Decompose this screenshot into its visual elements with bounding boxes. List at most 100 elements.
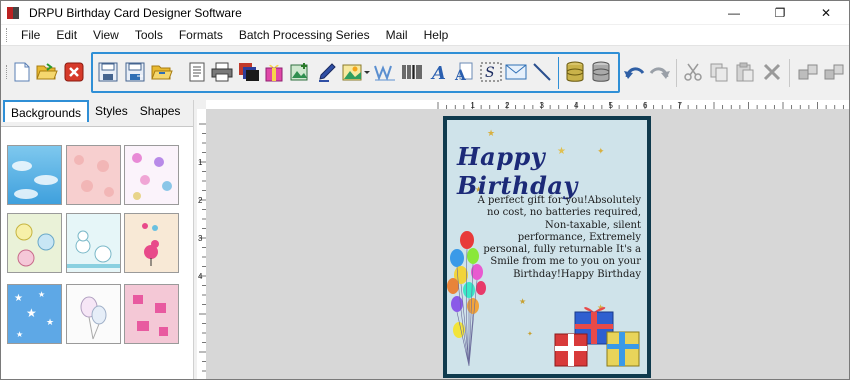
- menu-grip: [6, 28, 9, 42]
- group-icon: [824, 64, 844, 80]
- new-icon: [14, 62, 30, 82]
- backgrounds-gallery: ★ ★ ★ ★ ★: [1, 126, 193, 379]
- print-preview-button[interactable]: [186, 61, 208, 83]
- align-button[interactable]: [797, 61, 819, 83]
- text-button[interactable]: A: [428, 61, 450, 83]
- background-thumb-blue-clouds[interactable]: [7, 145, 62, 205]
- line-icon: [533, 63, 551, 81]
- mail-button[interactable]: [505, 61, 527, 83]
- save-button[interactable]: [97, 61, 119, 83]
- barcode-button[interactable]: [401, 61, 423, 83]
- group-button[interactable]: [823, 61, 845, 83]
- paste-button[interactable]: [734, 61, 756, 83]
- save-as-button[interactable]: [124, 61, 146, 83]
- menu-view[interactable]: View: [85, 25, 127, 46]
- title-bar: DRPU Birthday Card Designer Software — ❐…: [1, 1, 849, 24]
- background-thumb-flowers[interactable]: [7, 213, 62, 273]
- window-title: DRPU Birthday Card Designer Software: [29, 5, 242, 20]
- save-as-icon: [125, 62, 145, 82]
- card-background: ★ ★ ✦ ★ ★ ★ ✦ Happy Birthday A perfect g…: [447, 120, 647, 374]
- export-icon: [151, 65, 173, 80]
- menu-formats[interactable]: Formats: [171, 25, 231, 46]
- save-icon: [98, 62, 118, 82]
- svg-text:A: A: [430, 63, 446, 82]
- background-thumb-balloons-sketch[interactable]: [66, 284, 121, 344]
- ruler-label: 2: [198, 196, 203, 205]
- tab-styles[interactable]: Styles: [89, 100, 134, 122]
- close-window-button[interactable]: ✕: [803, 1, 849, 24]
- toolbar-grip: [6, 65, 9, 79]
- ruler-label: 4: [198, 272, 203, 281]
- redo-button[interactable]: [649, 61, 671, 83]
- svg-text:S: S: [485, 65, 495, 81]
- horizontal-ruler: 1 2 3 4 5 6 7: [206, 100, 849, 109]
- app-logo-icon: [7, 6, 21, 20]
- copy-icon: [710, 63, 728, 82]
- database-button[interactable]: [564, 61, 586, 83]
- picture-button[interactable]: [341, 61, 371, 83]
- ruler-label: 1: [198, 158, 203, 167]
- copy-design-button[interactable]: [238, 61, 260, 83]
- text-box-icon: A: [454, 62, 473, 82]
- svg-text:★: ★: [519, 297, 526, 306]
- gift-button[interactable]: [263, 61, 285, 83]
- pen-button[interactable]: [316, 61, 338, 83]
- undo-icon: [624, 67, 645, 79]
- watermark-button[interactable]: [374, 61, 396, 83]
- card-title[interactable]: Happy Birthday: [457, 142, 647, 200]
- menu-tools[interactable]: Tools: [127, 25, 171, 46]
- mail-icon: [505, 64, 527, 80]
- panel-tabs: Backgrounds Styles Shapes: [3, 100, 186, 124]
- menu-help[interactable]: Help: [416, 25, 457, 46]
- background-thumb-butterflies[interactable]: [124, 145, 179, 205]
- svg-text:✦: ✦: [527, 330, 533, 338]
- watermark-icon: [374, 65, 395, 81]
- svg-text:★: ★: [487, 128, 495, 138]
- menu-file[interactable]: File: [13, 25, 48, 46]
- card-message[interactable]: A perfect gift for you!Absolutely no cos…: [475, 195, 641, 281]
- maximize-button[interactable]: ❐: [757, 1, 803, 24]
- ruler-label: 4: [574, 101, 579, 109]
- new-button[interactable]: [11, 61, 33, 83]
- birthday-card[interactable]: ★ ★ ✦ ★ ★ ★ ✦ Happy Birthday A perfect g…: [443, 116, 651, 378]
- text-box-button[interactable]: A: [453, 61, 475, 83]
- background-thumb-blue-stars[interactable]: ★ ★ ★ ★ ★: [7, 284, 62, 344]
- image-insert-button[interactable]: [289, 61, 311, 83]
- close-icon: [64, 62, 84, 82]
- undo-button[interactable]: [623, 61, 645, 83]
- print-button[interactable]: [211, 61, 233, 83]
- menu-edit[interactable]: Edit: [48, 25, 85, 46]
- background-thumb-pink-gifts[interactable]: [124, 284, 179, 344]
- left-panel: Backgrounds Styles Shapes ★ ★ ★ ★ ★: [1, 100, 193, 379]
- ruler-label: 1: [471, 101, 476, 109]
- copy-design-icon: [239, 63, 259, 81]
- database-2-icon: [592, 61, 610, 82]
- background-thumb-snowmen[interactable]: [66, 213, 121, 273]
- svg-text:★: ★: [14, 293, 23, 304]
- minimize-button[interactable]: —: [711, 1, 757, 24]
- database-2-button[interactable]: [590, 61, 612, 83]
- signature-button[interactable]: S: [480, 61, 502, 83]
- close-button[interactable]: [63, 61, 85, 83]
- ruler-label: 2: [505, 101, 510, 109]
- copy-button[interactable]: [708, 61, 730, 83]
- print-icon: [211, 62, 233, 82]
- background-thumb-birds[interactable]: [124, 213, 179, 273]
- line-button[interactable]: [531, 61, 553, 83]
- paste-icon: [736, 62, 754, 82]
- background-thumb-pink-pattern[interactable]: [66, 145, 121, 205]
- export-button[interactable]: [151, 61, 173, 83]
- app-window: DRPU Birthday Card Designer Software — ❐…: [0, 0, 850, 380]
- menu-batch-processing-series[interactable]: Batch Processing Series: [231, 25, 378, 46]
- redo-icon: [649, 67, 670, 79]
- pen-icon: [319, 63, 336, 82]
- gift-icon: [265, 64, 283, 82]
- tab-backgrounds[interactable]: Backgrounds: [3, 100, 90, 122]
- tab-shapes[interactable]: Shapes: [134, 100, 187, 122]
- open-button[interactable]: [36, 61, 58, 83]
- toolbar: A A S: [1, 47, 849, 99]
- delete-button[interactable]: [761, 61, 783, 83]
- cut-button[interactable]: [682, 61, 704, 83]
- menu-mail[interactable]: Mail: [378, 25, 416, 46]
- menu-bar: File Edit View Tools Formats Batch Proce…: [1, 25, 849, 46]
